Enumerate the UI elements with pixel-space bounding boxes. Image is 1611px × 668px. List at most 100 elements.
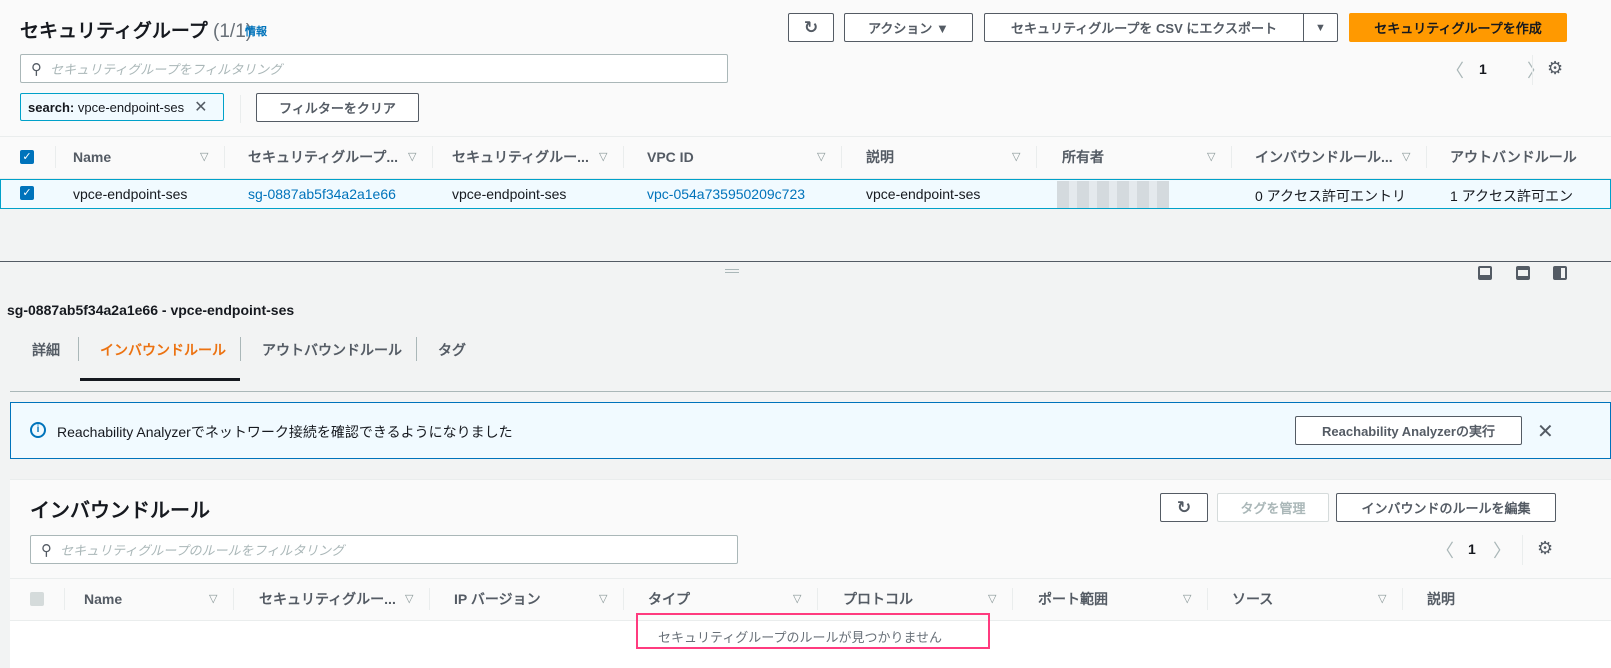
column-divider[interactable] <box>841 146 842 168</box>
column-divider[interactable] <box>224 146 225 168</box>
run-reachability-analyzer-button[interactable]: Reachability Analyzerの実行 <box>1295 416 1522 445</box>
column-divider[interactable] <box>623 146 624 168</box>
banner-text: Reachability Analyzerでネットワーク接続を確認できるようにな… <box>57 424 513 440</box>
rules-refresh-button[interactable]: ↻ <box>1160 493 1208 522</box>
next-page-icon[interactable]: 〉 <box>1493 537 1511 563</box>
sort-icon[interactable]: ▽ <box>1012 150 1020 163</box>
sort-icon[interactable]: ▽ <box>405 592 413 605</box>
row-checkbox[interactable]: ✓ <box>20 186 34 200</box>
resize-handle-icon[interactable] <box>725 269 739 273</box>
divider <box>1522 535 1523 565</box>
column-divider[interactable] <box>1426 146 1427 168</box>
sort-icon[interactable]: ▽ <box>599 592 607 605</box>
sort-icon[interactable]: ▽ <box>1183 592 1191 605</box>
panel-bottom-icon[interactable] <box>1478 266 1492 280</box>
tab-divider <box>78 337 79 361</box>
prev-page-icon[interactable]: 〈 <box>1446 57 1464 83</box>
remove-filter-icon[interactable]: ✕ <box>194 97 207 117</box>
clear-filters-button[interactable]: フィルターをクリア <box>256 93 419 122</box>
column-header[interactable]: 説明 <box>1427 578 1455 620</box>
column-header[interactable]: 所有者 <box>1062 136 1104 178</box>
close-banner-icon[interactable]: ✕ <box>1537 419 1554 444</box>
filter-key: search: <box>28 99 75 115</box>
sort-icon[interactable]: ▽ <box>200 150 208 163</box>
cell-inbound: 0 アクセス許可エントリ <box>1255 188 1406 204</box>
search-placeholder: セキュリティグループをフィルタリング <box>50 62 283 77</box>
column-header[interactable]: インバウンドルール... <box>1255 136 1393 178</box>
page-title: セキュリティグループ (1/1) <box>20 21 253 42</box>
column-divider[interactable] <box>233 588 234 610</box>
split-divider <box>0 261 1611 262</box>
column-divider[interactable] <box>1036 146 1037 168</box>
tab-tags[interactable]: タグ <box>438 340 466 360</box>
divider <box>240 95 241 123</box>
column-header[interactable]: ソース <box>1232 578 1273 620</box>
rules-page-number[interactable]: 1 <box>1468 541 1476 557</box>
prev-page-icon[interactable]: 〈 <box>1436 537 1454 563</box>
column-divider[interactable] <box>1402 588 1403 610</box>
column-header[interactable]: Name <box>84 578 122 620</box>
filter-value: vpce-endpoint-ses <box>77 99 185 115</box>
actions-button[interactable]: アクション ▼ <box>844 13 973 42</box>
search-input[interactable]: ⚲ セキュリティグループをフィルタリング <box>20 54 728 83</box>
column-divider[interactable] <box>1207 588 1208 610</box>
edit-inbound-rules-button[interactable]: インバウンドのルールを編集 <box>1336 493 1556 522</box>
sort-icon[interactable]: ▽ <box>408 150 416 163</box>
column-header[interactable]: Name <box>73 136 111 178</box>
column-header[interactable]: 説明 <box>866 136 894 178</box>
cell-name: vpce-endpoint-ses <box>73 186 188 202</box>
tab-outbound-rules[interactable]: アウトバウンドルール <box>262 340 402 360</box>
panel-side-icon[interactable] <box>1516 266 1530 280</box>
column-divider[interactable] <box>623 588 624 610</box>
sort-icon[interactable]: ▽ <box>1378 592 1386 605</box>
column-divider[interactable] <box>1231 146 1232 168</box>
info-icon: i <box>30 422 46 438</box>
export-dropdown-button[interactable]: ▼ <box>1303 13 1338 42</box>
column-divider[interactable] <box>429 588 430 610</box>
column-header[interactable]: セキュリティグループ... <box>248 136 398 178</box>
sort-icon[interactable]: ▽ <box>1207 150 1215 163</box>
column-header[interactable]: セキュリティグルー... <box>259 578 396 620</box>
cell-vpc-link[interactable]: vpc-054a735950209c723 <box>647 186 805 202</box>
column-header[interactable]: VPC ID <box>647 136 694 178</box>
cell-sg-id-link[interactable]: sg-0887ab5f34a2a1e66 <box>248 186 396 202</box>
select-all-checkbox[interactable]: ✓ <box>20 150 34 164</box>
settings-gear-icon[interactable]: ⚙ <box>1547 58 1563 79</box>
cell-sg-name: vpce-endpoint-ses <box>452 186 567 202</box>
sort-icon[interactable]: ▽ <box>793 592 801 605</box>
manage-tags-button[interactable]: タグを管理 <box>1217 493 1329 522</box>
column-divider[interactable] <box>817 588 818 610</box>
refresh-button[interactable]: ↻ <box>788 13 834 42</box>
column-divider <box>55 146 56 168</box>
column-divider[interactable] <box>1012 588 1013 610</box>
sort-icon[interactable]: ▽ <box>817 150 825 163</box>
column-divider[interactable] <box>432 146 433 168</box>
tab-inbound-rules[interactable]: インバウンドルール <box>100 340 226 360</box>
sort-icon[interactable]: ▽ <box>209 592 217 605</box>
tab-details[interactable]: 詳細 <box>32 340 60 360</box>
next-page-icon[interactable]: 〉 <box>1527 57 1545 83</box>
search-icon: ⚲ <box>31 60 42 78</box>
rules-search-placeholder: セキュリティグループのルールをフィルタリング <box>60 543 345 558</box>
column-header[interactable]: IP バージョン <box>454 578 541 620</box>
divider <box>1532 55 1533 85</box>
owner-redacted <box>1057 181 1169 208</box>
rules-settings-gear-icon[interactable]: ⚙ <box>1537 538 1553 559</box>
panel-full-icon[interactable] <box>1553 266 1567 280</box>
info-link[interactable]: 情報 <box>245 23 267 39</box>
page-number[interactable]: 1 <box>1479 61 1487 77</box>
tab-divider <box>240 337 241 361</box>
column-header[interactable]: ポート範囲 <box>1038 578 1108 620</box>
create-security-group-button[interactable]: セキュリティグループを作成 <box>1349 13 1567 42</box>
sort-icon[interactable]: ▽ <box>1402 150 1410 163</box>
refresh-icon: ↻ <box>803 17 819 37</box>
column-header[interactable]: アウトバンドルール <box>1450 136 1577 178</box>
export-csv-button[interactable]: セキュリティグループを CSV にエクスポート <box>984 13 1304 42</box>
rules-search-input[interactable]: ⚲ セキュリティグループのルールをフィルタリング <box>30 535 738 564</box>
refresh-icon: ↻ <box>1176 497 1192 517</box>
sort-icon[interactable]: ▽ <box>599 150 607 163</box>
search-icon: ⚲ <box>41 541 52 559</box>
rules-select-all-checkbox[interactable] <box>30 592 44 606</box>
column-header[interactable]: セキュリティグルー... <box>452 136 589 178</box>
sort-icon[interactable]: ▽ <box>988 592 996 605</box>
